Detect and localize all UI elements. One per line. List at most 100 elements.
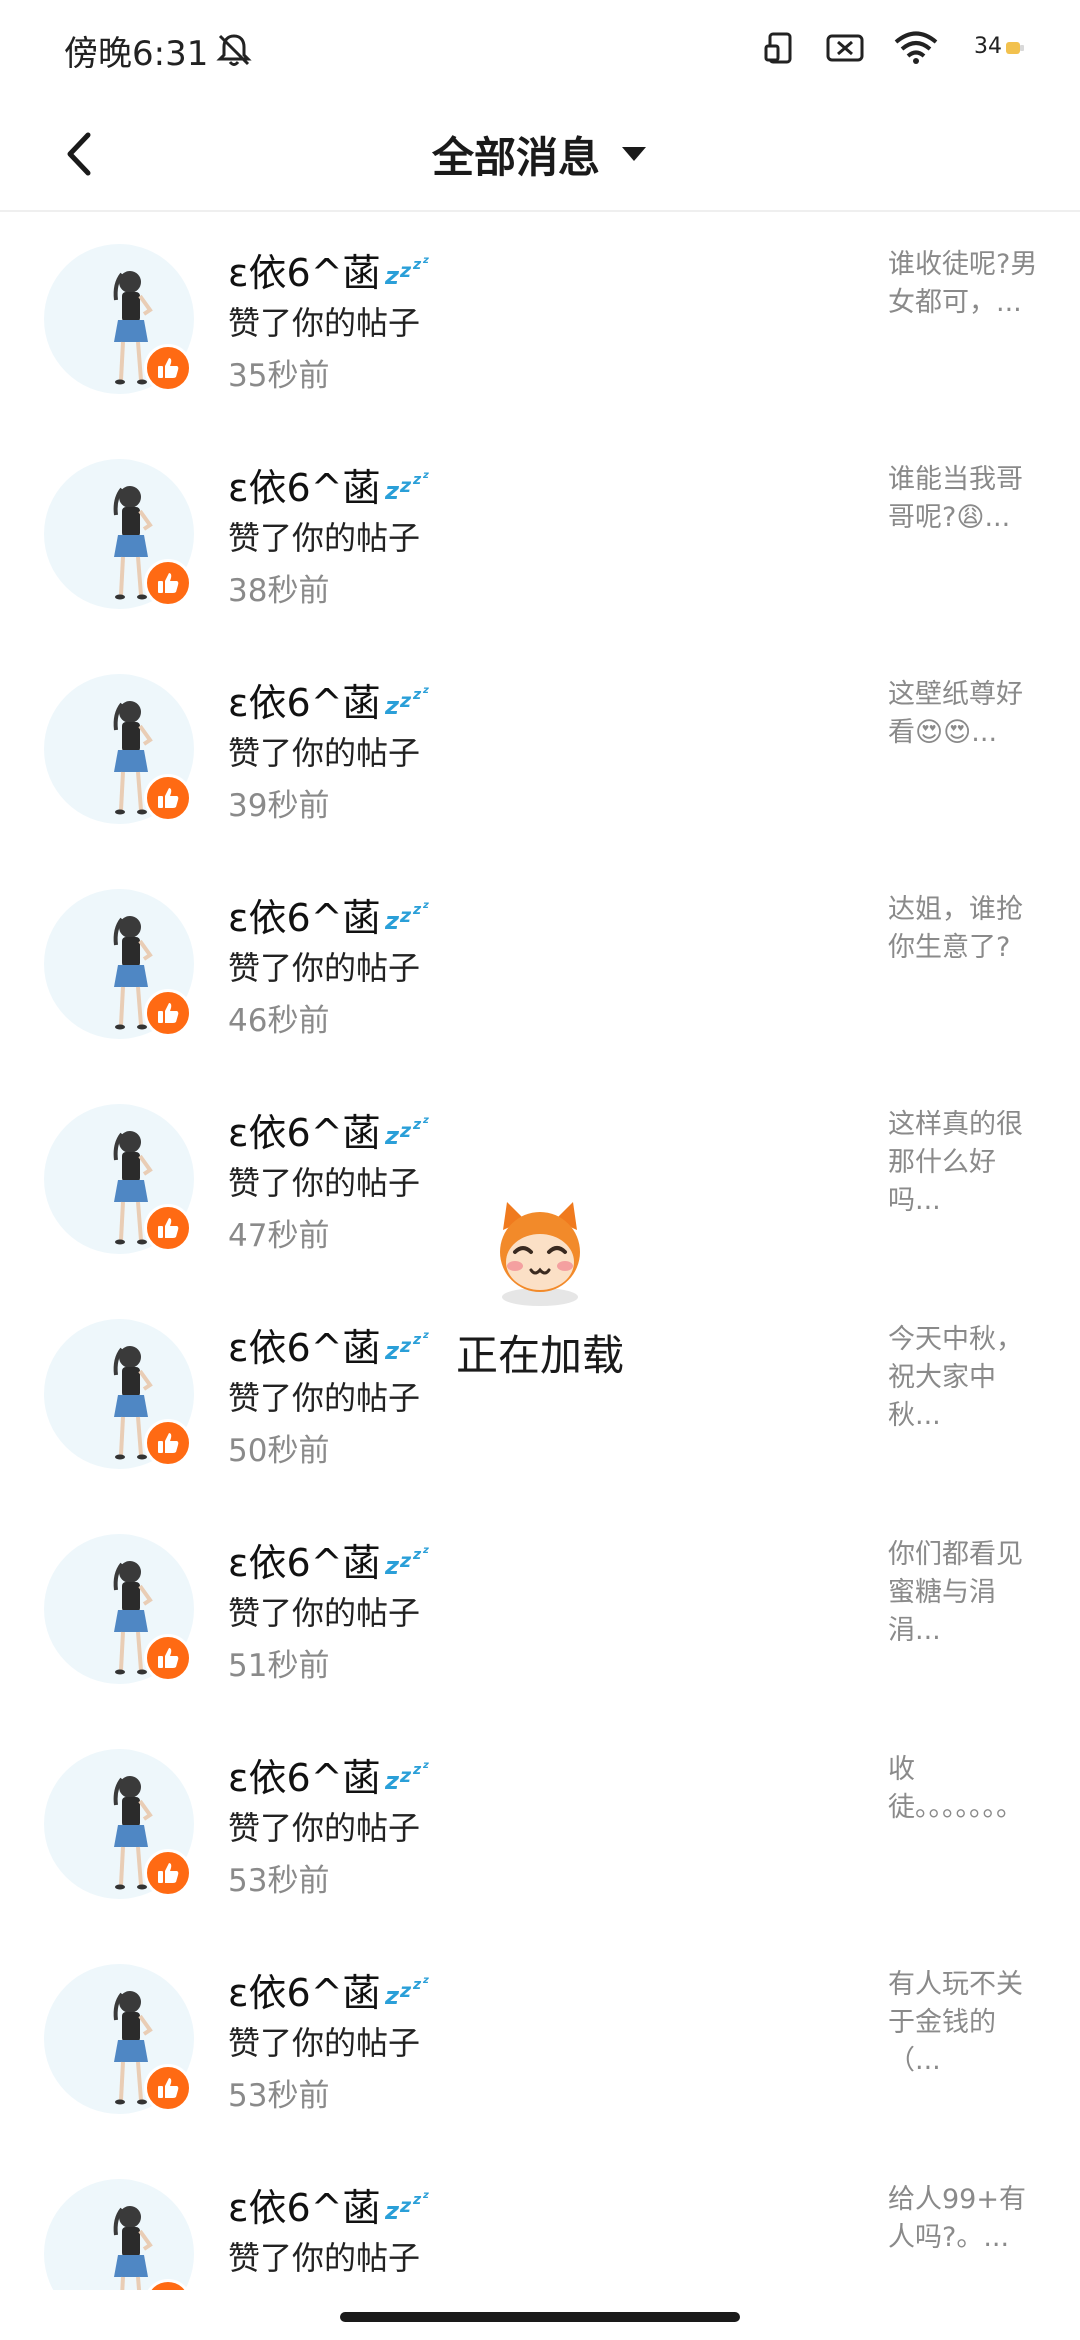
loading-text: 正在加载 xyxy=(455,1331,624,1380)
svg-text:z: z xyxy=(385,1767,400,1793)
svg-text:z: z xyxy=(399,1980,412,2002)
post-preview[interactable]: 你们都看见蜜糖与涓涓... xyxy=(888,1536,1038,1650)
svg-text:z: z xyxy=(412,1117,422,1133)
user-name[interactable]: ε依6^菡 xyxy=(228,2177,381,2232)
name-row: ε依6^菡 z z z z xyxy=(228,1962,433,2017)
avatar[interactable] xyxy=(44,244,194,394)
svg-text:z: z xyxy=(412,1547,422,1563)
svg-text:z: z xyxy=(422,255,429,266)
name-row: ε依6^菡 z z z z xyxy=(228,457,433,512)
user-name[interactable]: ε依6^菡 xyxy=(228,672,381,727)
zzz-icon: z z z z xyxy=(385,2190,429,2223)
svg-text:z: z xyxy=(422,1330,429,1341)
zzz-icon: z z z z xyxy=(385,1760,429,1793)
user-name[interactable]: ε依6^菡 xyxy=(228,1102,381,1157)
name-row: ε依6^菡 z z z z xyxy=(228,1317,433,1372)
sim-blocked-icon xyxy=(826,33,864,63)
status-time: 傍晚6:31 xyxy=(64,34,209,74)
svg-text:z: z xyxy=(385,1337,400,1363)
svg-text:z: z xyxy=(399,475,412,497)
notification-item[interactable]: ε依6^菡 z z z z 赞了你的帖子 35秒前 谁收徒呢?男女都可，... xyxy=(0,214,1080,429)
notification-item[interactable]: ε依6^菡 z z z z 赞了你的帖子 51秒前 你们都看见蜜糖与涓涓... xyxy=(0,1504,1080,1719)
post-preview[interactable]: 今天中秋，祝大家中秋... xyxy=(888,1321,1038,1435)
svg-text:z: z xyxy=(399,690,412,712)
notification-action: 赞了你的帖子 xyxy=(228,1379,421,1417)
post-preview[interactable]: 有人玩不关于金钱的（... xyxy=(888,1966,1038,2080)
user-name[interactable]: ε依6^菡 xyxy=(228,242,381,297)
mascot-icon xyxy=(500,1202,580,1292)
notification-time: 50秒前 xyxy=(228,1433,330,1469)
svg-text:z: z xyxy=(399,1335,412,1357)
gesture-nav-handle[interactable] xyxy=(340,2312,740,2322)
post-preview[interactable]: 谁收徒呢?男女都可，... xyxy=(888,246,1038,322)
post-preview[interactable]: 这壁纸尊好看😍😍... xyxy=(888,676,1038,752)
notification-item[interactable]: ε依6^菡 z z z z 赞了你的帖子 46秒前 达姐，谁抢你生意了? xyxy=(0,859,1080,1074)
svg-text:z: z xyxy=(385,1552,400,1578)
svg-text:z: z xyxy=(385,262,400,288)
post-preview[interactable]: 给人99+有人吗?。... xyxy=(888,2181,1038,2257)
user-name[interactable]: ε依6^菡 xyxy=(228,1317,381,1372)
svg-text:z: z xyxy=(422,2190,429,2201)
notification-action: 赞了你的帖子 xyxy=(228,949,421,987)
message-filter-dropdown[interactable]: 全部消息 xyxy=(0,118,1080,190)
thumbs-up-icon xyxy=(144,1419,192,1467)
svg-text:z: z xyxy=(399,1120,412,1142)
avatar[interactable] xyxy=(44,1319,194,1469)
avatar[interactable] xyxy=(44,1534,194,1684)
thumbs-up-icon xyxy=(144,989,192,1037)
name-row: ε依6^菡 z z z z xyxy=(228,242,433,297)
notification-action: 赞了你的帖子 xyxy=(228,1594,421,1632)
svg-text:z: z xyxy=(422,900,429,911)
page-title: 全部消息 xyxy=(431,132,600,182)
user-name[interactable]: ε依6^菡 xyxy=(228,1962,381,2017)
name-row: ε依6^菡 z z z z xyxy=(228,672,433,727)
avatar[interactable] xyxy=(44,1104,194,1254)
avatar[interactable] xyxy=(44,1964,194,2114)
svg-text:z: z xyxy=(422,1760,429,1771)
zzz-icon: z z z z xyxy=(385,470,429,503)
notification-time: 35秒前 xyxy=(228,358,330,394)
user-name[interactable]: ε依6^菡 xyxy=(228,457,381,512)
avatar[interactable] xyxy=(44,1749,194,1899)
notification-item[interactable]: ε依6^菡 z z z z 赞了你的帖子 53秒前 收徒。。。。。。。 xyxy=(0,1719,1080,1934)
notification-action: 赞了你的帖子 xyxy=(228,2239,421,2277)
thumbs-up-icon xyxy=(144,2064,192,2112)
avatar[interactable] xyxy=(44,889,194,1039)
screen: 傍晚6:31 34 全部消息 ε依6^菡 z z z z 赞了你的帖子 35秒前… xyxy=(0,0,1080,2340)
post-preview[interactable]: 达姐，谁抢你生意了? xyxy=(888,891,1038,967)
status-bar: 傍晚6:31 34 xyxy=(0,0,1080,96)
user-name[interactable]: ε依6^菡 xyxy=(228,1532,381,1587)
wifi-icon xyxy=(894,31,938,65)
name-row: ε依6^菡 z z z z xyxy=(228,1532,433,1587)
post-preview[interactable]: 谁能当我哥哥呢?😩... xyxy=(888,461,1038,537)
notification-time: 47秒前 xyxy=(228,1218,330,1254)
thumbs-up-icon xyxy=(144,559,192,607)
avatar[interactable] xyxy=(44,459,194,609)
notification-time: 53秒前 xyxy=(228,1863,330,1899)
post-preview[interactable]: 收徒。。。。。。。 xyxy=(888,1751,1038,1827)
zzz-icon: z z z z xyxy=(385,1545,429,1578)
thumbs-up-icon xyxy=(144,344,192,392)
notification-item[interactable]: ε依6^菡 z z z z 赞了你的帖子 53秒前 有人玩不关于金钱的（... xyxy=(0,1934,1080,2149)
avatar[interactable] xyxy=(44,674,194,824)
svg-text:z: z xyxy=(412,2192,422,2208)
notification-time: 38秒前 xyxy=(228,573,330,609)
svg-text:z: z xyxy=(385,692,400,718)
notification-action: 赞了你的帖子 xyxy=(228,1809,421,1847)
svg-text:z: z xyxy=(412,472,422,488)
svg-text:z: z xyxy=(385,1982,400,2008)
notification-item[interactable]: ε依6^菡 z z z z 赞了你的帖子 38秒前 谁能当我哥哥呢?😩... xyxy=(0,429,1080,644)
svg-text:z: z xyxy=(422,1115,429,1126)
svg-text:z: z xyxy=(399,2195,412,2217)
notification-item[interactable]: ε依6^菡 z z z z 赞了你的帖子 39秒前 这壁纸尊好看😍😍... xyxy=(0,644,1080,859)
user-name[interactable]: ε依6^菡 xyxy=(228,887,381,942)
notification-action: 赞了你的帖子 xyxy=(228,1164,421,1202)
svg-text:z: z xyxy=(412,1977,422,1993)
user-name[interactable]: ε依6^菡 xyxy=(228,1747,381,1802)
post-preview[interactable]: 这样真的很那什么好吗... xyxy=(888,1106,1038,1220)
zzz-icon: z z z z xyxy=(385,1330,429,1363)
svg-text:z: z xyxy=(412,1762,422,1778)
thumbs-up-icon xyxy=(144,1204,192,1252)
header: 全部消息 xyxy=(0,96,1080,212)
muted-bell-icon xyxy=(214,30,254,70)
